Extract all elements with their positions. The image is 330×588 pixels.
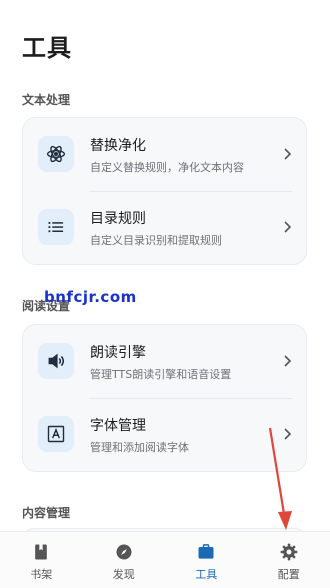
font-icon (38, 416, 74, 452)
nav-item-bookshelf[interactable]: 书架 (0, 532, 83, 588)
tool-item-title: 朗读引擎 (90, 342, 146, 362)
nav-label: 书架 (30, 566, 52, 582)
card-text-processing: 替换净化 自定义替换规则，净化文本内容 目录规则 自定义目录识别和提取规则 (22, 117, 307, 265)
list-icon (38, 209, 74, 245)
tool-item-subtitle: 管理和添加阅读字体 (90, 439, 189, 455)
tool-item-replace-purify[interactable]: 替换净化 自定义替换规则，净化文本内容 (23, 118, 306, 191)
compass-icon (114, 542, 134, 562)
page-title: 工具 (22, 28, 72, 63)
gear-icon (279, 542, 299, 562)
bottom-navigation: 书架 发现 工具 配 (0, 531, 330, 588)
tool-item-subtitle: 自定义目录识别和提取规则 (90, 232, 222, 248)
nav-item-discover[interactable]: 发现 (83, 532, 166, 588)
tool-item-title: 替换净化 (90, 135, 146, 155)
tool-item-title: 字体管理 (90, 415, 146, 435)
section-label-content-management: 内容管理 (22, 504, 70, 521)
chevron-right-icon (280, 426, 294, 442)
atom-icon (38, 136, 74, 172)
nav-label: 发现 (113, 566, 135, 582)
nav-label: 配置 (278, 566, 300, 582)
card-reading-settings: 朗读引擎 管理TTS朗读引擎和语音设置 字体管理 管理和添加阅读字体 (22, 324, 307, 472)
chevron-right-icon (280, 146, 294, 162)
tool-item-toc-rules[interactable]: 目录规则 自定义目录识别和提取规则 (23, 191, 306, 264)
chevron-right-icon (280, 219, 294, 235)
chevron-right-icon (280, 353, 294, 369)
section-label-text-processing: 文本处理 (22, 91, 70, 108)
toolbox-icon (196, 542, 216, 562)
tool-item-font-management[interactable]: 字体管理 管理和添加阅读字体 (23, 398, 306, 471)
nav-item-tools[interactable]: 工具 (165, 532, 248, 588)
nav-item-settings[interactable]: 配置 (248, 532, 330, 588)
tool-item-subtitle: 管理TTS朗读引擎和语音设置 (90, 366, 231, 382)
watermark-text: bnfcjr.com (44, 288, 137, 306)
speaker-icon (38, 343, 74, 379)
tool-item-tts-engine[interactable]: 朗读引擎 管理TTS朗读引擎和语音设置 (23, 325, 306, 398)
bookshelf-icon (31, 542, 51, 562)
tool-item-subtitle: 自定义替换规则，净化文本内容 (90, 159, 244, 175)
tool-item-title: 目录规则 (90, 208, 146, 228)
nav-label: 工具 (195, 566, 217, 582)
